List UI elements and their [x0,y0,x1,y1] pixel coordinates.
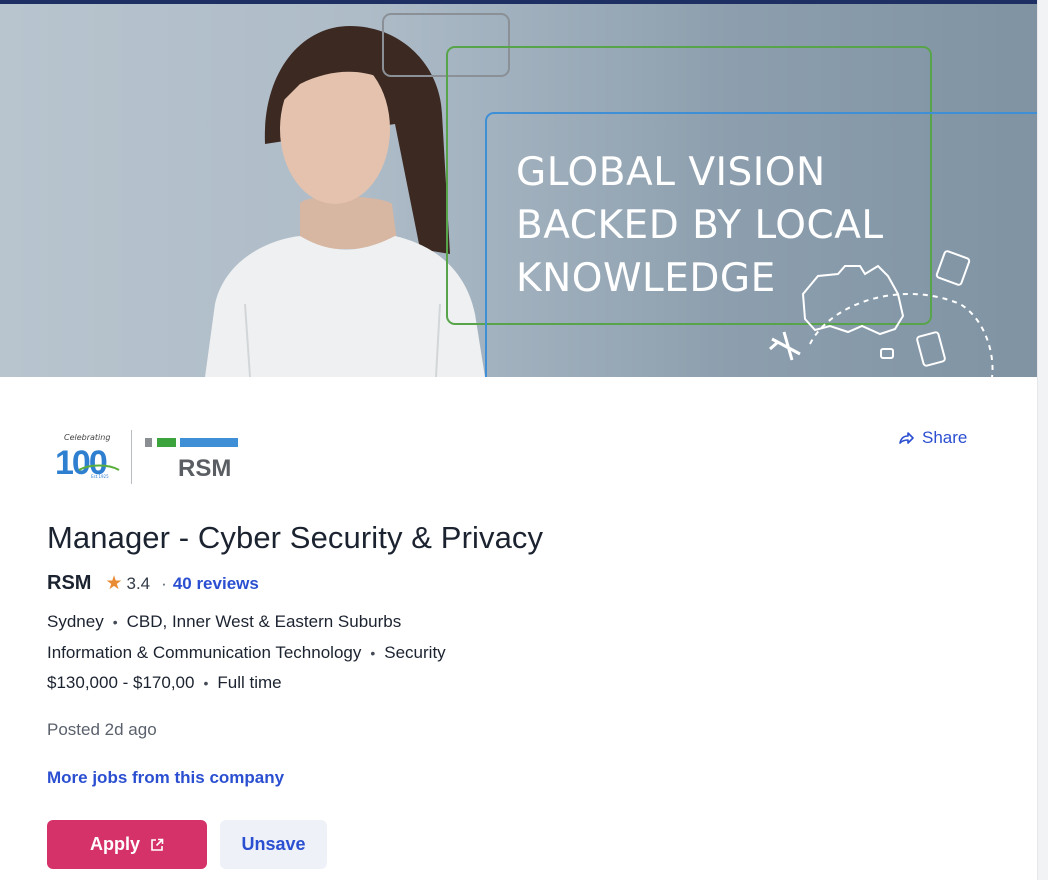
job-area[interactable]: CBD, Inner West & Eastern Suburbs [127,612,402,632]
separator-dot: • [112,614,118,630]
share-label: Share [922,428,968,447]
job-classification[interactable]: Information & Communication Technology [47,643,361,663]
job-title: Manager - Cyber Security & Privacy [47,520,544,555]
company-banner: GLOBAL VISION BACKED BY LOCAL KNOWLEDGE [0,4,1038,377]
apply-button[interactable]: Apply [47,820,207,869]
company-name-link[interactable]: RSM [47,572,91,595]
classification-line: Information & Communication Technology •… [47,643,446,663]
banner-line: KNOWLEDGE [516,256,776,301]
separator-dot: · [161,573,167,593]
company-rating-line: RSM ★ 3.4 · 40 reviews [47,572,259,595]
scrollbar-track[interactable] [1037,0,1048,880]
banner-line: GLOBAL VISION [516,150,826,195]
logo-est-text: Est.1925 [91,474,109,479]
banner-headline: GLOBAL VISION BACKED BY LOCAL KNOWLEDGE [516,146,884,305]
logo-celebrating-text: Celebrating [64,433,110,442]
salary-line: $130,000 - $170,00 • Full time [47,673,282,693]
external-link-icon [151,838,164,851]
star-icon: ★ [105,573,123,594]
job-work-type: Full time [217,673,282,692]
apply-label: Apply [89,834,140,854]
job-location[interactable]: Sydney [47,612,104,632]
banner-line: BACKED BY LOCAL [516,203,884,248]
unsave-button[interactable]: Unsave [220,820,327,869]
share-button[interactable]: Share [898,426,967,450]
separator-dot: • [370,645,376,661]
logo-rsm-text: RSM [178,455,231,482]
location-line: Sydney • CBD, Inner West & Eastern Subur… [47,612,401,632]
job-salary: $130,000 - $170,00 [47,673,195,692]
more-jobs-link[interactable]: More jobs from this company [47,768,284,788]
company-logo[interactable]: Celebrating 100 Est.1925 RSM [54,426,244,488]
job-subclassification[interactable]: Security [384,643,445,663]
share-icon [899,432,914,444]
company-rating: 3.4 [126,573,151,593]
posted-date: Posted 2d ago [47,720,157,739]
separator-dot: • [203,675,209,691]
reviews-link[interactable]: 40 reviews [173,574,259,594]
